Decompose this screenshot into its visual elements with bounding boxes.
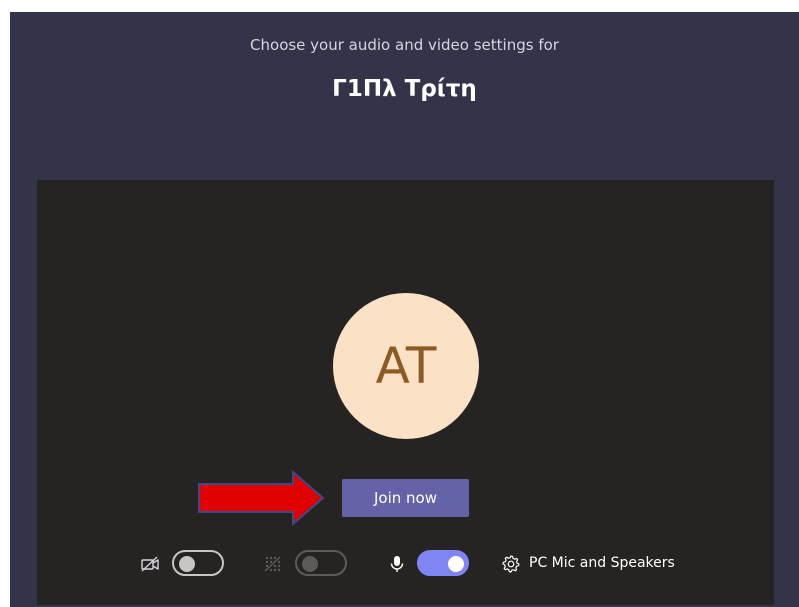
video-preview: AT Join now PC Mic and Speakers <box>37 180 774 605</box>
microphone-toggle[interactable] <box>417 550 469 576</box>
camera-toggle[interactable] <box>172 550 224 576</box>
join-now-button[interactable]: Join now <box>342 479 469 517</box>
device-controls: PC Mic and Speakers <box>37 547 774 581</box>
meeting-title: Γ1Πλ Τρίτη <box>332 76 477 102</box>
background-blur-icon <box>264 556 281 572</box>
pre-join-panel: Choose your audio and video settings for… <box>10 12 799 607</box>
background-blur-toggle-knob <box>302 556 318 572</box>
avatar: AT <box>333 293 479 439</box>
red-arrow-icon <box>198 470 325 526</box>
settings-subtitle: Choose your audio and video settings for <box>250 36 559 54</box>
avatar-initials: AT <box>375 337 437 395</box>
screenshot-frame: Choose your audio and video settings for… <box>0 0 799 607</box>
camera-toggle-knob <box>179 556 195 572</box>
camera-off-icon <box>141 556 159 572</box>
microphone-icon <box>390 556 404 572</box>
background-blur-toggle[interactable] <box>295 550 347 576</box>
microphone-toggle-knob <box>448 556 464 572</box>
audio-device-label[interactable]: PC Mic and Speakers <box>529 555 675 571</box>
gear-icon[interactable] <box>501 554 521 574</box>
